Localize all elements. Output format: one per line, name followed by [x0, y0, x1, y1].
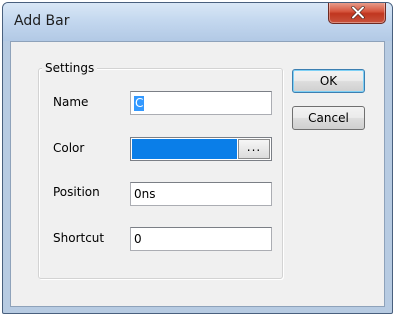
- close-icon: [351, 6, 365, 19]
- title-bar[interactable]: Add Bar: [3, 3, 392, 41]
- ok-button[interactable]: OK: [292, 69, 365, 93]
- window-title: Add Bar: [14, 13, 70, 29]
- name-label: Name: [53, 95, 89, 109]
- color-browse-button[interactable]: ...: [238, 139, 270, 159]
- name-input[interactable]: C: [130, 91, 272, 115]
- name-input-value: C: [134, 96, 145, 111]
- settings-group-title: Settings: [42, 61, 98, 75]
- color-swatch[interactable]: [132, 139, 237, 159]
- position-input[interactable]: 0ns: [130, 182, 272, 206]
- shortcut-input[interactable]: 0: [130, 227, 272, 251]
- color-label: Color: [53, 141, 85, 155]
- color-picker[interactable]: ...: [130, 137, 272, 161]
- close-button[interactable]: [328, 3, 386, 24]
- dialog-window: Add Bar Settings Name C Color ... Positi…: [2, 2, 393, 314]
- position-label: Position: [53, 185, 100, 199]
- cancel-button[interactable]: Cancel: [292, 106, 365, 130]
- shortcut-label: Shortcut: [53, 231, 105, 245]
- dialog-body: Settings Name C Color ... Position 0ns S…: [10, 41, 385, 307]
